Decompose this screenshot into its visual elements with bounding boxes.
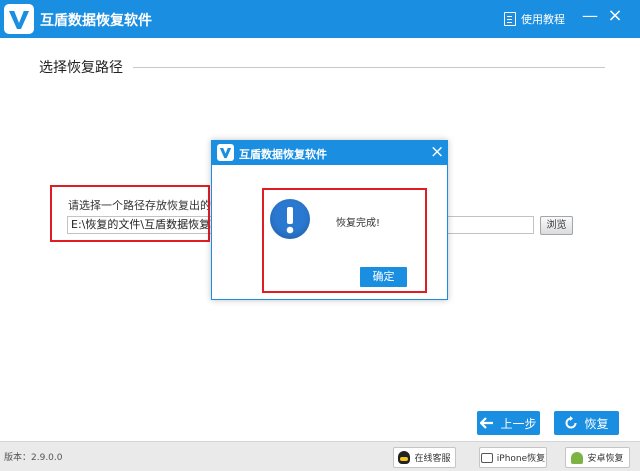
dialog-title: 互盾数据恢复软件 — [239, 148, 327, 161]
back-button[interactable]: 上一步 — [477, 411, 540, 435]
highlight-box-dialog — [262, 188, 427, 293]
recover-button-label: 恢复 — [584, 416, 609, 431]
android-icon — [571, 451, 584, 464]
online-service-label: 在线客服 — [414, 454, 451, 464]
app-logo-icon — [4, 4, 34, 34]
dialog-close-icon[interactable]: × — [430, 142, 444, 162]
help-tutorial-label: 使用教程 — [521, 13, 565, 26]
page-title: 选择恢复路径 — [39, 60, 123, 76]
iphone-recovery-button[interactable]: iPhone恢复 — [479, 447, 547, 468]
section-divider — [133, 67, 605, 68]
recover-button[interactable]: 恢复 — [554, 411, 619, 435]
minimize-button[interactable]: — — [580, 6, 600, 26]
help-tutorial-link[interactable]: 使用教程 — [504, 11, 565, 27]
refresh-icon — [566, 416, 577, 429]
android-recovery-label: 安卓恢复 — [587, 454, 624, 464]
online-service-button[interactable]: 在线客服 — [393, 447, 456, 468]
qq-icon — [398, 451, 411, 464]
title-bar: 互盾数据恢复软件 使用教程 — × — [0, 0, 640, 38]
app-title: 互盾数据恢复软件 — [40, 13, 152, 29]
dialog-title-bar: 互盾数据恢复软件 × — [212, 141, 447, 165]
iphone-recovery-label: iPhone恢复 — [496, 454, 546, 464]
browse-button[interactable]: 浏览 — [540, 216, 573, 235]
highlight-box-path — [50, 185, 210, 242]
status-bar: 版本：2.9.0.0 在线客服 iPhone恢复 安卓恢复 — [0, 441, 640, 471]
close-button[interactable]: × — [605, 6, 625, 26]
iphone-icon — [480, 452, 493, 463]
arrow-left-icon — [480, 417, 494, 429]
back-button-label: 上一步 — [500, 416, 537, 431]
completion-dialog: 互盾数据恢复软件 × 恢复完成! 确定 — [211, 140, 448, 300]
android-recovery-button[interactable]: 安卓恢复 — [565, 447, 630, 468]
dialog-logo-icon — [217, 144, 234, 161]
document-icon — [504, 12, 516, 26]
version-label: 版本：2.9.0.0 — [4, 453, 63, 463]
